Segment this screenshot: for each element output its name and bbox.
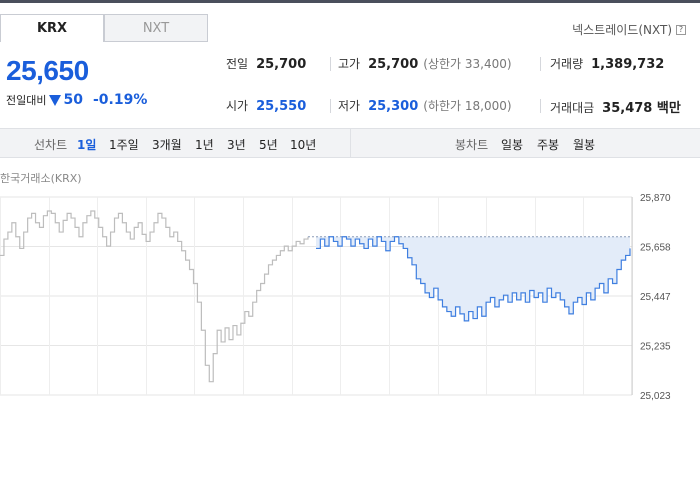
y-tick-label: 25,870 [640, 193, 671, 204]
divider [330, 57, 331, 71]
change-label: 전일대비 [6, 94, 47, 107]
period-1d[interactable]: 1일 [77, 136, 96, 153]
stat-label: 거래대금 [550, 101, 595, 115]
stat-value: 25,700 [256, 57, 307, 72]
stat-label: 시가 [226, 99, 249, 113]
period-1w[interactable]: 1주일 [109, 136, 139, 153]
tab-nxt[interactable]: NXT [104, 14, 208, 42]
nxt-link-label: 넥스트레이드(NXT) [572, 23, 672, 37]
divider [330, 99, 331, 113]
chart-caption: 한국거래소(KRX) [0, 172, 82, 185]
stat-label: 거래량 [550, 57, 584, 71]
stat-label: 고가 [338, 57, 361, 71]
stat-prev-close: 전일 25,700 [226, 55, 306, 72]
change-amount: 50 [63, 92, 83, 108]
stat-value: 25,300 [368, 99, 419, 114]
divider [540, 57, 541, 71]
stat-label: 저가 [338, 99, 361, 113]
period-10y[interactable]: 10년 [290, 136, 316, 153]
candle-monthly[interactable]: 월봉 [573, 136, 595, 153]
y-tick-label: 25,235 [640, 342, 671, 353]
stat-value: 1,389,732 [591, 57, 665, 72]
stat-value: 25,700 [368, 57, 419, 72]
stat-value: 25,550 [256, 99, 307, 114]
stat-value: 35,478 백만 [602, 101, 681, 116]
upper-limit: (상한가 33,400) [423, 57, 512, 71]
stat-volume: 거래량 1,389,732 [550, 55, 664, 72]
stat-label: 전일 [226, 57, 249, 71]
price-change: 전일대비 50 -0.19% [6, 92, 147, 108]
candle-weekly[interactable]: 주봉 [537, 136, 559, 153]
divider [350, 129, 351, 158]
tab-krx[interactable]: KRX [0, 14, 104, 42]
change-percent: -0.19% [92, 92, 148, 108]
current-price: 25,650 [6, 55, 89, 86]
help-icon[interactable]: ? [676, 24, 686, 35]
y-tick-label: 25,658 [640, 243, 671, 254]
price-chart: 25,870 25,658 25,447 25,235 25,023 [0, 193, 671, 402]
nxt-info-link[interactable]: 넥스트레이드(NXT) ? [572, 21, 686, 38]
period-1y[interactable]: 1년 [195, 136, 214, 153]
period-5y[interactable]: 5년 [259, 136, 278, 153]
period-bar: 선차트 1일 1주일 3개월 1년 3년 5년 10년 봉차트 일봉 주봉 월봉 [0, 128, 700, 158]
candle-daily[interactable]: 일봉 [501, 136, 523, 153]
stat-amount: 거래대금 35,478 백만 [550, 97, 681, 116]
lower-limit: (하한가 18,000) [423, 99, 512, 113]
candle-chart-label: 봉차트 [455, 138, 489, 152]
stat-low: 저가 25,300 (하한가 18,000) [338, 97, 512, 114]
divider [540, 99, 541, 113]
y-tick-label: 25,023 [640, 391, 671, 402]
period-3m[interactable]: 3개월 [152, 136, 182, 153]
top-border [0, 0, 700, 3]
period-3y[interactable]: 3년 [227, 136, 246, 153]
line-chart-label: 선차트 [34, 138, 68, 152]
series-today-area [316, 236, 630, 321]
stat-high: 고가 25,700 (상한가 33,400) [338, 55, 512, 72]
y-tick-label: 25,447 [640, 292, 671, 303]
stat-open: 시가 25,550 [226, 97, 306, 114]
down-arrow-icon [49, 94, 62, 106]
